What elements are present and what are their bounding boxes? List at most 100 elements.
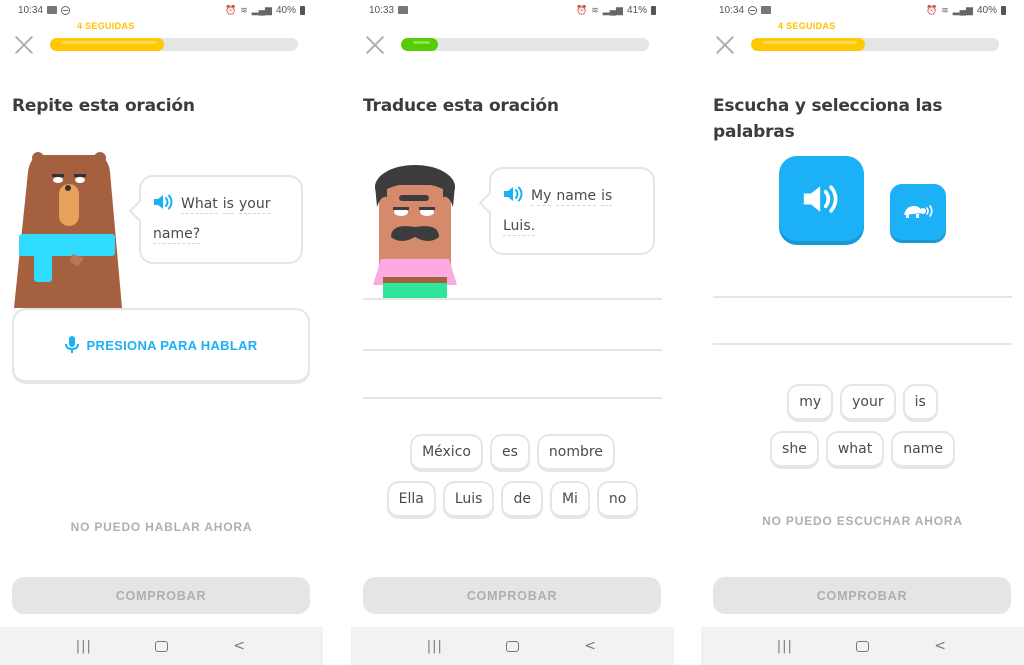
press-to-speak-label: PRESIONA PARA HABLAR bbox=[86, 337, 258, 353]
status-bar: 10:34 ⏰ ≋ ▂▄▆ 40% bbox=[719, 3, 1006, 17]
back-icon[interactable]: < bbox=[229, 636, 249, 656]
play-slow-audio-button[interactable] bbox=[890, 184, 946, 240]
battery-percent: 41% bbox=[626, 4, 647, 16]
word-bank-row: Ella Luis de Mi no bbox=[386, 481, 639, 519]
back-icon[interactable]: < bbox=[580, 636, 600, 656]
word-chip[interactable]: no bbox=[596, 481, 639, 519]
do-not-disturb-icon bbox=[61, 5, 71, 15]
battery-percent: 40% bbox=[275, 4, 296, 16]
home-icon bbox=[154, 640, 168, 652]
speaker-icon[interactable] bbox=[503, 186, 525, 202]
speech-bubble: What is your name? bbox=[139, 175, 303, 264]
progress-fill bbox=[50, 38, 165, 51]
progress-fill bbox=[751, 38, 866, 51]
word-chip[interactable]: she bbox=[770, 431, 819, 469]
lesson-progress-bar bbox=[50, 38, 298, 51]
bubble-word[interactable]: is bbox=[222, 196, 234, 214]
bubble-word[interactable]: Luis. bbox=[503, 218, 536, 236]
battery-icon bbox=[300, 5, 305, 15]
signal-icon: ▂▄▆ bbox=[952, 4, 973, 15]
alarm-icon: ⏰ bbox=[224, 4, 237, 15]
streak-label: 4 SEGUIDAS bbox=[778, 21, 836, 31]
answer-line bbox=[713, 296, 1012, 298]
home-button[interactable] bbox=[502, 636, 522, 656]
word-chip[interactable]: your bbox=[840, 384, 896, 422]
check-button[interactable]: COMPROBAR bbox=[12, 577, 310, 614]
word-chip[interactable]: my bbox=[787, 384, 834, 422]
bubble-word[interactable]: My bbox=[531, 188, 552, 206]
press-to-speak-button[interactable]: PRESIONA PARA HABLAR bbox=[12, 308, 310, 384]
word-chip[interactable]: what bbox=[825, 431, 885, 469]
speaker-icon[interactable] bbox=[153, 194, 175, 210]
cant-speak-now-link[interactable]: NO PUEDO HABLAR AHORA bbox=[0, 520, 323, 534]
word-chip[interactable]: name bbox=[891, 431, 955, 469]
lesson-progress-bar bbox=[751, 38, 999, 51]
answer-line bbox=[363, 397, 662, 399]
word-bank: my your is she what name bbox=[701, 384, 1024, 469]
play-audio-button[interactable] bbox=[779, 156, 864, 241]
status-time: 10:34 bbox=[18, 4, 44, 16]
home-button[interactable] bbox=[151, 636, 171, 656]
cant-listen-now-link[interactable]: NO PUEDO ESCUCHAR AHORA bbox=[701, 514, 1024, 528]
answer-line bbox=[713, 343, 1012, 345]
answer-line bbox=[363, 298, 662, 300]
streak-label: 4 SEGUIDAS bbox=[77, 21, 135, 31]
status-time: 10:34 bbox=[719, 4, 745, 16]
do-not-disturb-icon bbox=[748, 5, 758, 15]
battery-percent: 40% bbox=[976, 4, 997, 16]
recent-apps-icon[interactable]: ||| bbox=[775, 636, 795, 656]
gallery-icon bbox=[47, 6, 58, 14]
android-nav-bar: ||| < bbox=[0, 627, 323, 665]
signal-icon: ▂▄▆ bbox=[251, 4, 272, 15]
battery-icon bbox=[1001, 5, 1006, 15]
wifi-icon: ≋ bbox=[941, 4, 949, 15]
bubble-word[interactable]: name bbox=[556, 188, 597, 206]
word-bank-row: my your is bbox=[787, 384, 938, 422]
speaker-icon bbox=[803, 184, 837, 213]
word-chip[interactable]: de bbox=[501, 481, 543, 519]
bear-character-illustration bbox=[14, 152, 122, 308]
check-button[interactable]: COMPROBAR bbox=[713, 577, 1011, 614]
alarm-icon: ⏰ bbox=[925, 4, 938, 15]
close-icon[interactable] bbox=[714, 34, 736, 56]
status-bar: 10:33 ⏰ ≋ ▂▄▆ 41% bbox=[369, 3, 656, 17]
page-title: Repite esta oración bbox=[12, 96, 195, 116]
screen-listen-select: 10:34 ⏰ ≋ ▂▄▆ 40% 4 SEGUIDAS Escucha y s… bbox=[701, 0, 1024, 665]
word-chip[interactable]: México bbox=[410, 434, 483, 472]
wifi-icon: ≋ bbox=[591, 4, 599, 15]
close-icon[interactable] bbox=[364, 34, 386, 56]
home-icon bbox=[855, 640, 869, 652]
recent-apps-icon[interactable]: ||| bbox=[425, 636, 445, 656]
word-chip[interactable]: Mi bbox=[549, 481, 590, 519]
alarm-icon: ⏰ bbox=[575, 4, 588, 15]
bubble-word[interactable]: What bbox=[181, 196, 218, 214]
close-icon[interactable] bbox=[13, 34, 35, 56]
wifi-icon: ≋ bbox=[240, 4, 248, 15]
home-button[interactable] bbox=[852, 636, 872, 656]
word-bank-row: she what name bbox=[770, 431, 955, 469]
back-icon[interactable]: < bbox=[930, 636, 950, 656]
word-bank-row: México es nombre bbox=[410, 434, 615, 472]
screen-translate-sentence: 10:33 ⏰ ≋ ▂▄▆ 41% Traduce esta oración M… bbox=[351, 0, 674, 665]
lesson-progress-bar bbox=[401, 38, 649, 51]
bubble-word[interactable]: is bbox=[601, 188, 613, 206]
recent-apps-icon[interactable]: ||| bbox=[74, 636, 94, 656]
bubble-word[interactable]: name? bbox=[153, 226, 201, 244]
answer-line bbox=[363, 349, 662, 351]
luis-character-illustration bbox=[373, 165, 457, 300]
word-chip[interactable]: nombre bbox=[536, 434, 615, 472]
word-chip[interactable]: es bbox=[489, 434, 530, 472]
word-chip[interactable]: is bbox=[902, 384, 938, 422]
status-time: 10:33 bbox=[369, 4, 395, 16]
bubble-word[interactable]: your bbox=[238, 196, 271, 214]
check-button[interactable]: COMPROBAR bbox=[363, 577, 661, 614]
microphone-icon bbox=[64, 336, 79, 353]
signal-icon: ▂▄▆ bbox=[602, 4, 623, 15]
screen-repeat-sentence: 10:34 ⏰ ≋ ▂▄▆ 40% 4 SEGUIDAS Repite esta… bbox=[0, 0, 323, 665]
android-nav-bar: ||| < bbox=[351, 627, 674, 665]
word-chip[interactable]: Luis bbox=[442, 481, 495, 519]
progress-fill bbox=[401, 38, 439, 51]
android-nav-bar: ||| < bbox=[701, 627, 1024, 665]
speech-bubble: My name is Luis. bbox=[489, 167, 655, 255]
word-chip[interactable]: Ella bbox=[386, 481, 436, 519]
